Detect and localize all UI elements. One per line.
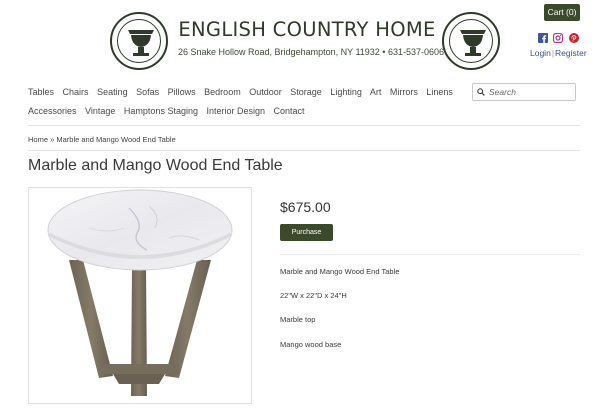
facebook-icon[interactable]: [538, 33, 548, 43]
nav-item-art[interactable]: Art: [370, 87, 382, 97]
search-input[interactable]: [489, 87, 569, 97]
nav-item-accessories[interactable]: Accessories: [28, 106, 77, 116]
nav-item-pillows[interactable]: Pillows: [168, 87, 196, 97]
main-nav-row-2: Accessories Vintage Hamptons Staging Int…: [28, 106, 311, 116]
nav-item-mirrors[interactable]: Mirrors: [390, 87, 418, 97]
nav-item-bedroom[interactable]: Bedroom: [204, 87, 241, 97]
main-nav-row-1: Tables Chairs Seating Sofas Pillows Bedr…: [28, 87, 459, 97]
account-separator: |: [551, 48, 555, 58]
description-line: 22"W x 22"D x 24"H: [280, 291, 347, 300]
page-title: Marble and Mango Wood End Table: [28, 157, 283, 174]
account-links: Login|Register: [530, 48, 587, 58]
urn-icon: [460, 30, 486, 56]
nav-item-hamptons-staging[interactable]: Hamptons Staging: [124, 106, 198, 116]
register-link[interactable]: Register: [555, 48, 587, 58]
product-image[interactable]: [28, 187, 252, 404]
urn-icon: [128, 30, 154, 56]
description-line: Marble and Mango Wood End Table: [280, 267, 400, 276]
cart-button[interactable]: Cart (0): [544, 4, 580, 21]
nav-item-sofas[interactable]: Sofas: [136, 87, 159, 97]
nav-item-outdoor[interactable]: Outdoor: [249, 87, 282, 97]
nav-item-storage[interactable]: Storage: [290, 87, 322, 97]
details-divider: [280, 254, 580, 255]
nav-item-linens[interactable]: Linens: [426, 87, 453, 97]
marble-table-illustration: [47, 189, 233, 396]
description-line: Mango wood base: [280, 340, 342, 349]
brand-header: ENGLISH COUNTRY HOME 26 Snake Hollow Roa…: [178, 18, 444, 57]
header-divider: [28, 125, 580, 126]
nav-item-tables[interactable]: Tables: [28, 87, 54, 97]
nav-item-contact[interactable]: Contact: [274, 106, 305, 116]
breadcrumb-divider: [28, 150, 580, 151]
nav-item-lighting[interactable]: Lighting: [330, 87, 362, 97]
login-link[interactable]: Login: [530, 48, 551, 58]
nav-item-vintage[interactable]: Vintage: [85, 106, 115, 116]
breadcrumb-home-link[interactable]: Home: [28, 135, 48, 144]
purchase-button[interactable]: Purchase: [280, 224, 333, 241]
description-line: Marble top: [280, 315, 316, 324]
brand-address: 26 Snake Hollow Road, Bridgehampton, NY …: [178, 47, 444, 57]
breadcrumb: Home » Marble and Mango Wood End Table: [28, 135, 176, 144]
pinterest-icon[interactable]: [569, 33, 579, 43]
search-icon[interactable]: [477, 88, 485, 96]
breadcrumb-separator: »: [50, 135, 55, 144]
left-seal-logo: [110, 12, 168, 70]
nav-item-seating[interactable]: Seating: [97, 87, 128, 97]
nav-item-chairs[interactable]: Chairs: [63, 87, 89, 97]
product-price: $675.00: [280, 199, 331, 215]
breadcrumb-current: Marble and Mango Wood End Table: [56, 135, 176, 144]
nav-item-interior-design[interactable]: Interior Design: [206, 106, 265, 116]
search-box: [472, 83, 576, 101]
brand-name: ENGLISH COUNTRY HOME: [178, 18, 436, 41]
instagram-icon[interactable]: [553, 33, 563, 43]
right-seal-logo: [442, 12, 500, 70]
